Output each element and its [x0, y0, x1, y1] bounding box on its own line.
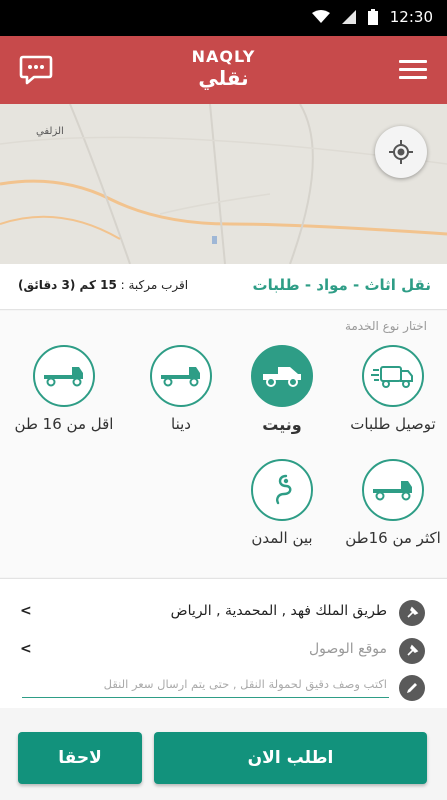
action-bar: اطلب الان لاحقا — [0, 708, 447, 800]
menu-icon-line — [399, 68, 427, 71]
order-now-button[interactable]: اطلب الان — [154, 732, 427, 784]
battery-icon — [367, 9, 378, 25]
nearest-label: اقرب مركبة : — [120, 278, 189, 292]
wifi-icon — [311, 10, 330, 23]
logo-en: NAQLY — [191, 47, 256, 66]
destination-row[interactable]: موقع الوصول < — [0, 631, 447, 671]
service-under-16t[interactable]: اقل من 16 طن — [4, 345, 124, 433]
service-label: بين المدن — [251, 529, 313, 547]
info-bar: نقل اثاث - مواد - طلبات اقرب مركبة : 15 … — [0, 264, 447, 310]
nearest-vehicle: اقرب مركبة : 15 كم (3 دقائق) — [18, 278, 188, 292]
service-circle — [150, 345, 212, 407]
service-circle — [362, 459, 424, 521]
service-label: اقل من 16 طن — [14, 415, 114, 433]
signal-icon — [341, 10, 356, 24]
description-input[interactable]: اكتب وصف دقيق لحمولة النقل , حتى يتم ارس… — [104, 677, 387, 691]
service-circle — [251, 459, 313, 521]
service-delivery[interactable]: توصيل طلبات — [333, 345, 447, 433]
menu-icon-line — [399, 60, 427, 63]
logo-ar: نقلي — [198, 66, 249, 90]
service-label: توصيل طلبات — [350, 415, 436, 433]
order-form: طريق الملك فهد , المحمدية , الرياض < موق… — [0, 578, 447, 708]
map-roads — [0, 104, 447, 264]
service-over-16t[interactable]: اكثر من 16طن — [333, 459, 447, 547]
destination-input[interactable]: موقع الوصول — [309, 641, 387, 657]
map-place-label: الزلفي — [36, 126, 64, 137]
flatbed-truck-icon — [373, 481, 412, 501]
status-icons: 12:30 — [311, 8, 433, 26]
route-icon — [276, 474, 292, 505]
pickup-icon — [263, 367, 301, 387]
service-label: اكثر من 16طن — [345, 529, 441, 547]
menu-icon-line — [399, 76, 427, 79]
description-underline — [22, 697, 389, 698]
pencil-icon — [399, 675, 425, 701]
chevron-left-icon: < — [20, 603, 32, 619]
service-title: نقل اثاث - مواد - طلبات — [252, 276, 431, 294]
pin-icon — [399, 600, 425, 626]
locate-button[interactable] — [375, 126, 427, 178]
app-bar: NAQLY نقلي — [0, 36, 447, 104]
chevron-left-icon: < — [20, 641, 32, 657]
service-heading: اختار نوع الخدمة — [344, 319, 427, 333]
menu-button[interactable] — [399, 60, 427, 82]
service-circle — [362, 345, 424, 407]
map-view[interactable]: الزلفي — [0, 104, 447, 264]
status-time: 12:30 — [389, 8, 433, 26]
service-label: دينا — [171, 415, 191, 433]
service-intercity[interactable]: بين المدن — [222, 459, 342, 547]
service-circle — [33, 345, 95, 407]
delivery-truck-icon — [371, 366, 413, 388]
flatbed-truck-icon — [161, 367, 200, 387]
service-circle-selected — [251, 345, 313, 407]
service-selector: اختار نوع الخدمة توصيل طلبات ونيت دينا ا… — [0, 311, 447, 577]
nearest-value: 15 كم (3 دقائق) — [18, 278, 117, 292]
status-bar: 12:30 — [0, 0, 447, 36]
flatbed-truck-icon — [44, 367, 83, 387]
service-dyna[interactable]: دينا — [121, 345, 241, 433]
later-button[interactable]: لاحقا — [18, 732, 142, 784]
crosshair-icon — [389, 140, 413, 164]
pickup-location: طريق الملك فهد , المحمدية , الرياض — [170, 603, 387, 619]
description-row[interactable]: اكتب وصف دقيق لحمولة النقل , حتى يتم ارس… — [0, 669, 447, 709]
app-logo: NAQLY نقلي — [0, 47, 447, 91]
pin-icon — [399, 638, 425, 664]
pickup-row[interactable]: طريق الملك فهد , المحمدية , الرياض < — [0, 593, 447, 633]
